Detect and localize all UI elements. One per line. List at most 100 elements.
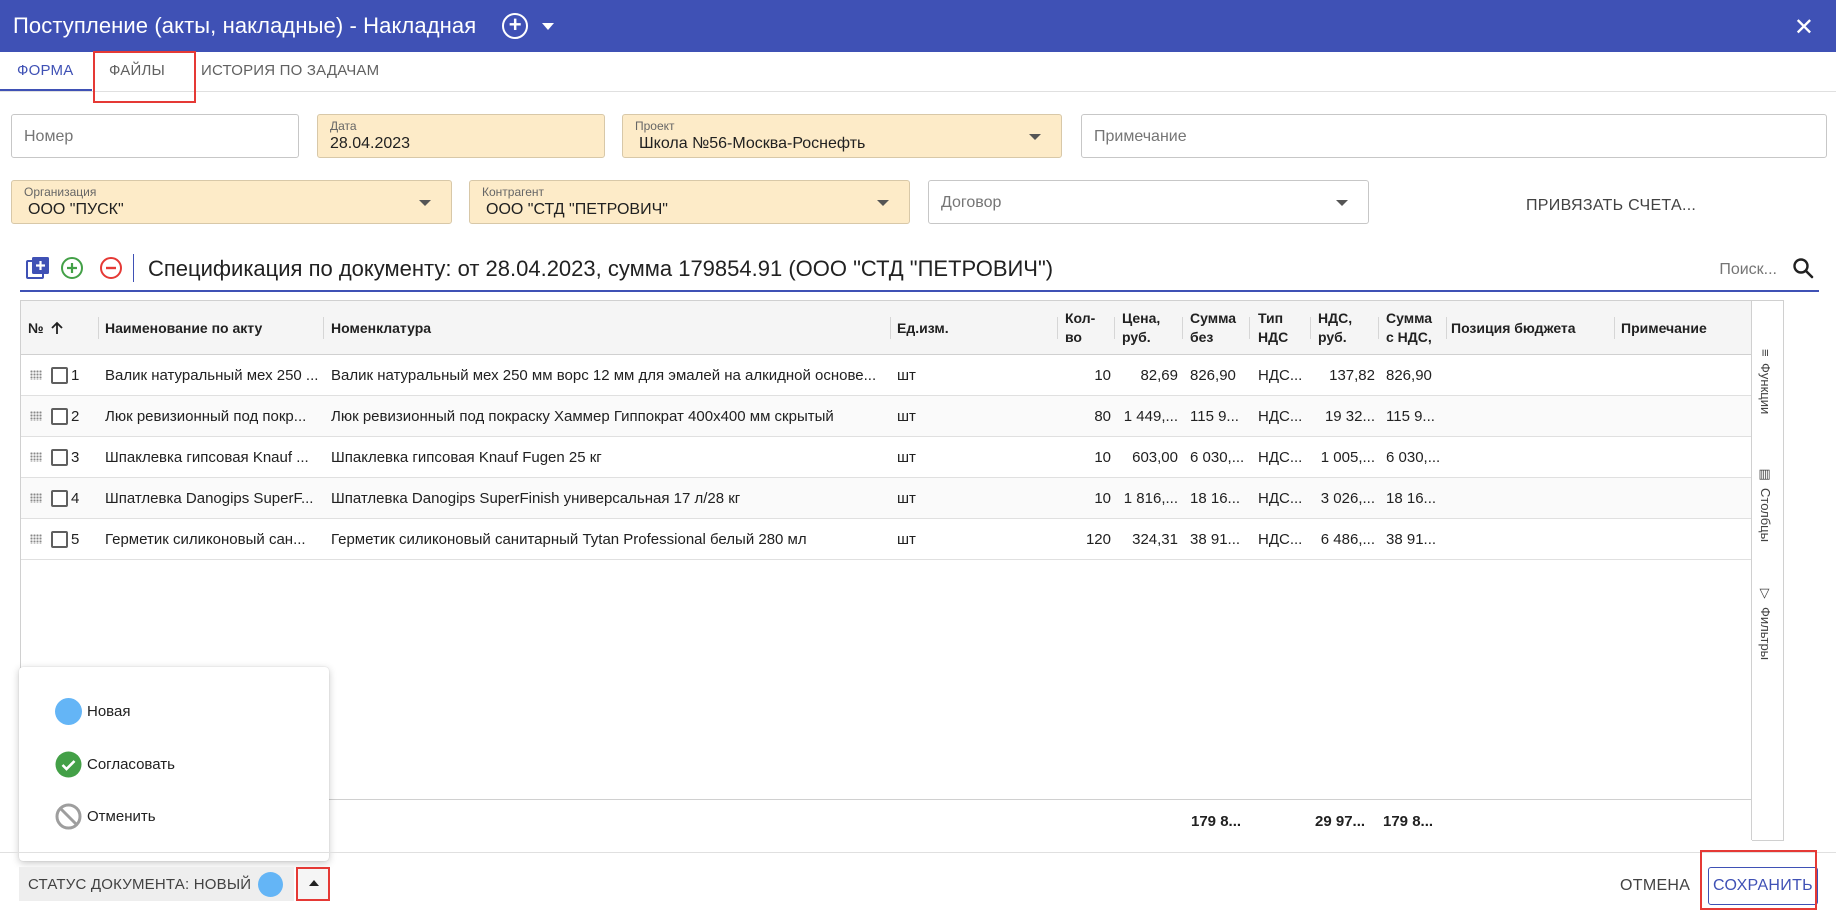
col-header-price[interactable]: Цена, руб.: [1122, 301, 1160, 355]
status-option-new[interactable]: Новая: [55, 696, 130, 726]
circle-icon: [55, 697, 82, 725]
col-header-act-name[interactable]: Наименование по акту: [105, 301, 262, 355]
close-icon[interactable]: ✕: [1794, 13, 1814, 42]
cell-budget: [1451, 355, 1611, 395]
table-row[interactable]: 4 Шпатлевка Danogips SuperF... Шпатлевка D…: [21, 478, 1783, 519]
remove-row-icon[interactable]: [99, 256, 123, 280]
search-icon[interactable]: [1791, 256, 1815, 280]
grid-header: № Наименование по акту Номенклатура Ед.и…: [21, 301, 1783, 355]
cell-act-name: Герметик силиконовый сан...: [105, 530, 306, 548]
col-header-vat[interactable]: НДС, руб.: [1318, 301, 1352, 355]
col-header-budget[interactable]: Позиция бюджета: [1451, 301, 1576, 355]
col-header-vat-type[interactable]: Тип НДС: [1258, 301, 1288, 355]
row-checkbox[interactable]: [51, 367, 68, 384]
cell-number: 5: [71, 530, 80, 548]
cell-nomenclature: Герметик силиконовый санитарный Tytan Pr…: [331, 530, 807, 548]
cell-price: 603,00: [1132, 448, 1178, 466]
cell-nomenclature: Шпаклевка гипсовая Knauf Fugen 25 кг: [331, 448, 602, 466]
side-functions[interactable]: ≡ Функции: [1758, 349, 1773, 414]
table-row[interactable]: 2 Люк ревизионный под покр... Люк ревизион…: [21, 396, 1783, 437]
menu-icon: ≡: [1758, 349, 1773, 357]
date-label: Дата: [330, 119, 357, 133]
table-row[interactable]: 5 Герметик силиконовый сан... Герметик сил…: [21, 519, 1783, 560]
note-placeholder: Примечание: [1094, 128, 1187, 145]
organization-value: ООО "ПУСК": [28, 201, 124, 218]
drag-handle-icon[interactable]: [30, 370, 42, 380]
add-copy-icon[interactable]: [26, 256, 50, 280]
row-checkbox[interactable]: [51, 408, 68, 425]
col-header-note[interactable]: Примечание: [1621, 301, 1707, 355]
block-icon: [55, 803, 82, 829]
note-field[interactable]: Примечание: [1081, 114, 1827, 158]
col-header-sum-with-vat[interactable]: Сумма с НДС,: [1386, 301, 1432, 355]
cell-sum-with-vat: 38 91...: [1386, 530, 1437, 548]
cell-unit: шт: [897, 530, 916, 548]
row-checkbox[interactable]: [51, 490, 68, 507]
bottom-bar: СТАТУС ДОКУМЕНТА: НОВЫЙ ОТМЕНА СОХРАНИТЬ: [0, 852, 1836, 920]
sort-asc-icon[interactable]: [50, 321, 64, 335]
cancel-button[interactable]: ОТМЕНА: [1620, 877, 1690, 895]
columns-icon: ▥: [1758, 467, 1773, 482]
cell-sum-without-vat: 826,90: [1190, 366, 1236, 384]
table-row[interactable]: 3 Шпаклевка гипсовая Knauf ... Шпаклевка г…: [21, 437, 1783, 478]
tab-task-history[interactable]: ИСТОРИЯ ПО ЗАДАЧАМ: [201, 62, 379, 79]
cell-nomenclature: Валик натуральный мех 250 мм ворс 12 мм …: [331, 366, 877, 384]
cell-price: 324,31: [1132, 530, 1178, 548]
contract-placeholder: Договор: [941, 194, 1002, 211]
tab-files[interactable]: ФАЙЛЫ: [109, 62, 165, 79]
project-select[interactable]: Проект Школа №56-Москва-Роснефть: [622, 114, 1062, 158]
drag-handle-icon[interactable]: [30, 493, 42, 503]
col-header-sum-without-vat[interactable]: Сумма без: [1190, 301, 1236, 355]
col-header-qty[interactable]: Кол-во: [1065, 301, 1095, 355]
chevron-down-icon[interactable]: [1336, 200, 1348, 206]
col-header-unit[interactable]: Ед.изм.: [897, 301, 949, 355]
project-value: Школа №56-Москва-Роснефть: [639, 135, 866, 152]
col-header-nomenclature[interactable]: Номенклатура: [331, 301, 431, 355]
row-checkbox[interactable]: [51, 531, 68, 548]
chevron-down-icon[interactable]: [419, 200, 431, 206]
total-vat: 29 97...: [1315, 812, 1366, 830]
link-invoices-button[interactable]: ПРИВЯЗАТЬ СЧЕТА...: [1526, 197, 1696, 215]
cell-unit: шт: [897, 366, 916, 384]
cell-sum-with-vat: 18 16...: [1386, 489, 1437, 507]
cell-note: [1621, 519, 1751, 559]
status-option-cancel[interactable]: Отменить: [55, 801, 156, 831]
date-field[interactable]: Дата 28.04.2023: [317, 114, 605, 158]
save-button[interactable]: СОХРАНИТЬ: [1708, 867, 1818, 905]
cell-number: 2: [71, 407, 80, 425]
add-row-icon[interactable]: [60, 256, 84, 280]
caret-down-icon[interactable]: [542, 22, 555, 30]
cell-budget: [1451, 396, 1611, 436]
contract-select[interactable]: Договор: [928, 180, 1369, 224]
cell-sum-with-vat: 826,90: [1386, 366, 1432, 384]
search-input[interactable]: Поиск...: [1719, 261, 1777, 279]
number-field[interactable]: Номер: [11, 114, 299, 158]
drag-handle-icon[interactable]: [30, 534, 42, 544]
cell-sum-without-vat: 18 16...: [1190, 489, 1241, 507]
cell-sum-with-vat: 6 030,...: [1386, 448, 1441, 466]
drag-handle-icon[interactable]: [30, 452, 42, 462]
chevron-down-icon[interactable]: [877, 200, 889, 206]
col-header-number[interactable]: №: [28, 301, 64, 355]
status-menu-toggle[interactable]: [296, 867, 330, 901]
project-label: Проект: [635, 119, 675, 133]
side-columns[interactable]: ▥ Столбцы: [1758, 467, 1773, 542]
document-status-button[interactable]: СТАТУС ДОКУМЕНТА: НОВЫЙ: [19, 867, 294, 901]
plus-circle-icon[interactable]: +: [502, 13, 529, 39]
row-checkbox[interactable]: [51, 449, 68, 466]
cell-vat-type: НДС...: [1258, 407, 1303, 425]
cell-act-name: Люк ревизионный под покр...: [105, 407, 307, 425]
cell-qty: 80: [1094, 407, 1111, 425]
counterparty-select[interactable]: Контрагент ООО "СТД "ПЕТРОВИЧ": [469, 180, 910, 224]
counterparty-value: ООО "СТД "ПЕТРОВИЧ": [486, 201, 668, 218]
organization-select[interactable]: Организация ООО "ПУСК": [11, 180, 452, 224]
status-option-approve[interactable]: Согласовать: [55, 749, 175, 779]
tab-form[interactable]: ФОРМА: [17, 62, 73, 79]
drag-handle-icon[interactable]: [30, 411, 42, 421]
table-row[interactable]: 1 Валик натуральный мех 250 ... Валик нату…: [21, 355, 1783, 396]
cell-qty: 10: [1094, 366, 1111, 384]
side-filters[interactable]: ▽ Фильтры: [1758, 586, 1773, 660]
cell-qty: 10: [1094, 489, 1111, 507]
cell-sum-without-vat: 115 9...: [1190, 407, 1239, 425]
chevron-down-icon[interactable]: [1029, 134, 1041, 140]
